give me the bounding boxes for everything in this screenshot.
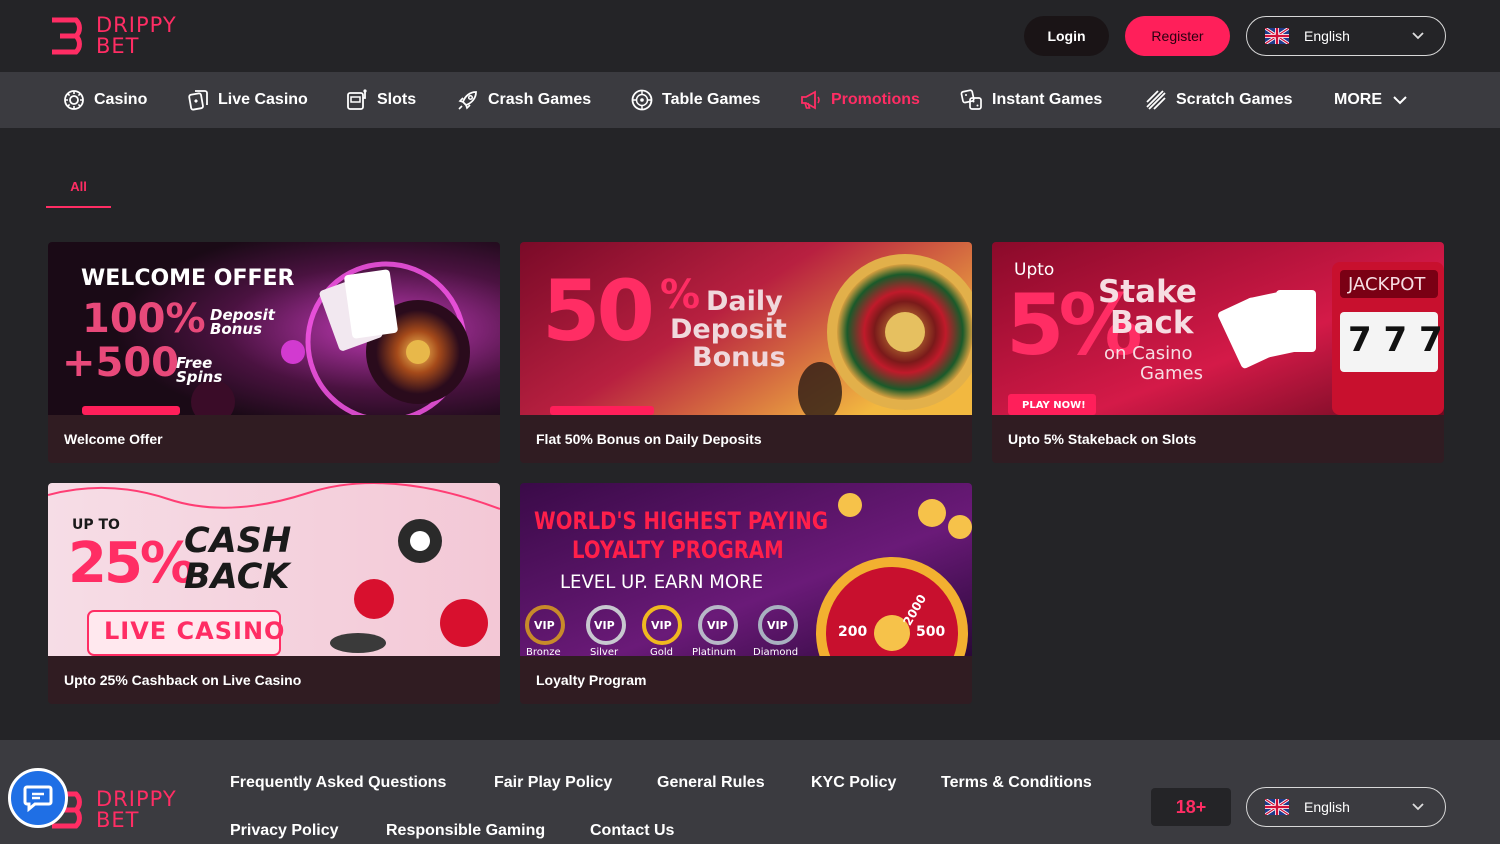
brand-logo-mark: [52, 17, 82, 55]
brand-name-line2: BET: [96, 34, 140, 58]
promo-art-text: LOYALTY PROGRAM: [572, 536, 784, 564]
login-button[interactable]: Login: [1024, 16, 1109, 56]
wheel-value: 500: [916, 624, 946, 640]
vip-badge: VIP: [767, 619, 788, 632]
nav-label: Slots: [377, 91, 417, 108]
brand-name-line1: DRIPPY: [96, 13, 177, 37]
megaphone-icon: [801, 90, 820, 110]
uk-flag-icon: [1265, 28, 1289, 44]
age-restriction-badge: 18+: [1151, 788, 1231, 826]
site-header: DRIPPY BET Login Register English: [0, 0, 1500, 72]
language-label: English: [1304, 28, 1350, 44]
footer-link-responsible-gaming[interactable]: Responsible Gaming: [386, 822, 545, 840]
promo-card-title: Flat 50% Bonus on Daily Deposits: [520, 415, 972, 463]
nav-item-casino[interactable]: Casino: [62, 72, 147, 128]
promo-art-text: Daily: [706, 286, 783, 317]
promo-art-text: LEVEL UP. EARN MORE: [560, 571, 764, 593]
promo-card-title: Upto 25% Cashback on Live Casino: [48, 656, 500, 704]
promo-art-text: Bonus: [210, 320, 263, 338]
promo-card-daily-deposit[interactable]: 50 % Daily Deposit Bonus Flat 50% Bonus …: [520, 242, 972, 463]
vip-badge: VIP: [707, 619, 728, 632]
promo-art-text: on Casino: [1104, 343, 1193, 364]
promo-card-title: Upto 5% Stakeback on Slots: [992, 415, 1444, 463]
promo-card-title: Welcome Offer: [48, 415, 500, 463]
nav-label: Promotions: [831, 91, 920, 108]
slot-machine-icon: [347, 89, 367, 110]
footer-link-general-rules[interactable]: General Rules: [657, 774, 765, 792]
promo-card-title: Loyalty Program: [520, 656, 972, 704]
nav-item-slots[interactable]: Slots: [345, 72, 416, 128]
footer-link-fair-play[interactable]: Fair Play Policy: [494, 774, 612, 792]
brand-logo[interactable]: DRIPPY BET: [50, 14, 200, 58]
promo-art-text: %: [660, 272, 701, 318]
promo-art-text: 100%: [82, 296, 206, 342]
chevron-down-icon: [1393, 96, 1407, 105]
dice-icon: [960, 89, 982, 110]
nav-label: Table Games: [662, 91, 761, 108]
nav-item-scratch-games[interactable]: Scratch Games: [1144, 72, 1293, 128]
site-footer: DRIPPY BET Frequently Asked Questions Fa…: [0, 740, 1500, 844]
wheel-value: 200: [838, 624, 868, 640]
roulette-icon: [631, 89, 653, 111]
rocket-icon: [458, 91, 477, 110]
slot-reels: 7 7 7: [1348, 320, 1443, 360]
language-label: English: [1304, 799, 1350, 815]
scratch-icon: [1146, 90, 1166, 110]
nav-item-live-casino[interactable]: Live Casino: [186, 72, 308, 128]
nav-item-instant-games[interactable]: Instant Games: [960, 72, 1102, 128]
promo-card-stakeback[interactable]: Upto 5% Stake Back on Casino Games PLAY …: [992, 242, 1444, 463]
live-casino-icon: [188, 90, 208, 111]
promo-art-text: Spins: [176, 368, 223, 386]
footer-link-kyc[interactable]: KYC Policy: [811, 774, 896, 792]
register-button[interactable]: Register: [1125, 16, 1230, 56]
promo-art-text: +500: [62, 340, 180, 386]
nav-item-crash-games[interactable]: Crash Games: [456, 72, 591, 128]
promo-art-text: Games: [1140, 363, 1203, 384]
nav-label: Scratch Games: [1176, 91, 1293, 108]
play-now-badge: PLAY NOW!: [1022, 400, 1086, 411]
footer-brand-logo[interactable]: DRIPPY BET: [50, 788, 200, 832]
promo-art-text: 50: [542, 262, 655, 360]
promo-art-text: BACK: [184, 557, 290, 597]
promo-art-text: Back: [1110, 305, 1194, 341]
promo-art-text: CASH: [184, 521, 292, 561]
vip-badge: VIP: [651, 619, 672, 632]
live-casino-badge: LIVE CASINO: [104, 617, 286, 645]
promo-art-text: WELCOME OFFER: [81, 266, 295, 291]
brand-name-line2: BET: [96, 808, 140, 832]
uk-flag-icon: [1265, 799, 1289, 815]
casino-chip-icon: [64, 90, 84, 110]
chevron-down-icon: [1412, 32, 1424, 40]
footer-link-privacy[interactable]: Privacy Policy: [230, 822, 339, 840]
main-nav: Casino Live Casino Slots Crash Games Tab…: [0, 72, 1500, 128]
promo-card-cashback[interactable]: UP TO 25% CASH BACK LIVE CASINO Upto 25%…: [48, 483, 500, 704]
footer-link-faq[interactable]: Frequently Asked Questions: [230, 774, 446, 792]
nav-label: Instant Games: [992, 91, 1103, 108]
tab-all[interactable]: All: [46, 170, 111, 208]
nav-item-table-games[interactable]: Table Games: [630, 72, 760, 128]
chat-bubble-icon: [23, 785, 53, 812]
nav-item-more[interactable]: MORE: [1334, 72, 1408, 128]
nav-label: Crash Games: [488, 91, 592, 108]
promo-art-text: Deposit: [670, 314, 787, 345]
brand-name-line1: DRIPPY: [96, 787, 177, 811]
footer-link-terms[interactable]: Terms & Conditions: [941, 774, 1092, 792]
promo-art-text: 25%: [68, 531, 196, 596]
nav-label: Casino: [94, 91, 148, 108]
promo-card-welcome-offer[interactable]: WELCOME OFFER 100% Deposit Bonus +500 Fr…: [48, 242, 500, 463]
promo-art-text: Bonus: [692, 342, 786, 373]
vip-badge: VIP: [594, 619, 615, 632]
footer-language-select[interactable]: English: [1246, 787, 1446, 827]
nav-label: MORE: [1334, 91, 1382, 108]
live-chat-button[interactable]: [8, 768, 68, 828]
vip-badge: VIP: [534, 619, 555, 632]
promo-art-text: WORLD'S HIGHEST PAYING: [534, 507, 828, 535]
nav-item-promotions[interactable]: Promotions: [799, 72, 920, 128]
footer-link-contact[interactable]: Contact Us: [590, 822, 674, 840]
nav-label: Live Casino: [218, 91, 308, 108]
jackpot-label: JACKPOT: [1348, 274, 1426, 295]
chevron-down-icon: [1412, 803, 1424, 811]
promo-card-loyalty[interactable]: WORLD'S HIGHEST PAYING LOYALTY PROGRAM L…: [520, 483, 972, 704]
language-select[interactable]: English: [1246, 16, 1446, 56]
